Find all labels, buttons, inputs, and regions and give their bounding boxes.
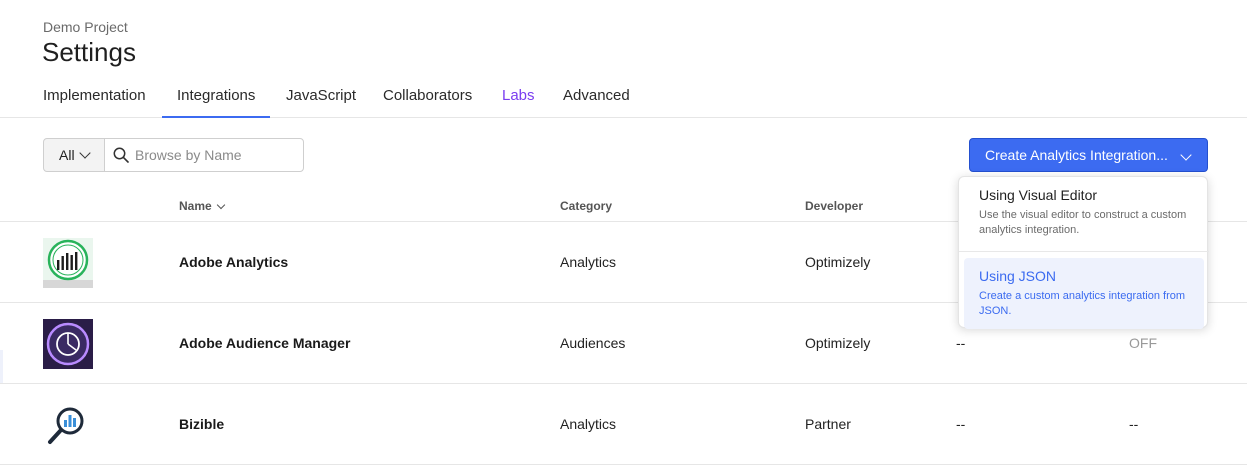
tab-advanced[interactable]: Advanced: [548, 86, 645, 118]
filter-selected-label: All: [59, 147, 75, 163]
integration-developer: Optimizely: [805, 335, 871, 351]
menu-divider: [959, 251, 1209, 252]
tab-integrations[interactable]: Integrations: [162, 86, 271, 118]
integration-name[interactable]: Adobe Analytics: [179, 254, 288, 270]
tab-implementation[interactable]: Implementation: [28, 86, 161, 118]
tab-collaborators[interactable]: Collaborators: [368, 86, 487, 118]
table-row[interactable]: Bizible Analytics Partner -- --: [0, 384, 1247, 465]
integration-category: Analytics: [560, 254, 617, 270]
integration-category: Audiences: [560, 335, 626, 351]
adobe-analytics-logo: [43, 238, 93, 288]
category-filter-dropdown[interactable]: All: [43, 138, 105, 172]
search-box: [104, 138, 304, 172]
settings-tabs: Implementation Integrations JavaScript C…: [0, 86, 1247, 118]
search-icon: [113, 147, 129, 163]
integration-column4-value: --: [956, 416, 966, 432]
integration-category: Analytics: [560, 416, 617, 432]
tab-javascript[interactable]: JavaScript: [271, 86, 371, 118]
project-name: Demo Project: [43, 19, 128, 35]
integration-developer: Optimizely: [805, 254, 871, 270]
menu-item-title: Using JSON: [979, 268, 1057, 284]
bizible-logo: [48, 407, 84, 444]
create-integration-menu: Using Visual Editor Use the visual edito…: [958, 176, 1209, 329]
integration-column4-value: --: [956, 335, 966, 351]
column-header-developer: Developer: [805, 199, 864, 213]
adobe-audience-manager-logo: [43, 319, 93, 369]
column-header-name-label: Name: [179, 199, 212, 213]
integration-name[interactable]: Adobe Audience Manager: [179, 335, 350, 351]
search-input[interactable]: [135, 139, 300, 171]
create-button-label: Create Analytics Integration...: [985, 147, 1168, 163]
integration-status: OFF: [1129, 335, 1157, 351]
menu-item-visual-editor[interactable]: Using Visual Editor Use the visual edito…: [959, 177, 1209, 248]
integration-developer: Partner: [805, 416, 851, 432]
column-header-category: Category: [560, 199, 613, 213]
column-header-name[interactable]: Name: [179, 199, 225, 213]
integration-name[interactable]: Bizible: [179, 416, 224, 432]
create-analytics-integration-button[interactable]: Create Analytics Integration...: [969, 138, 1208, 172]
chevron-down-icon: [78, 147, 91, 159]
menu-item-json[interactable]: Using JSON Create a custom analytics int…: [964, 258, 1204, 329]
menu-item-description: Create a custom analytics integration fr…: [979, 290, 1186, 317]
integration-status: --: [1129, 416, 1139, 432]
sort-chevron-icon: [216, 200, 225, 210]
tab-labs[interactable]: Labs: [487, 86, 550, 118]
menu-item-title: Using Visual Editor: [979, 187, 1098, 203]
menu-item-description: Use the visual editor to construct a cus…: [979, 209, 1187, 236]
chevron-down-icon: [1180, 149, 1192, 161]
page-title: Settings: [42, 37, 136, 67]
